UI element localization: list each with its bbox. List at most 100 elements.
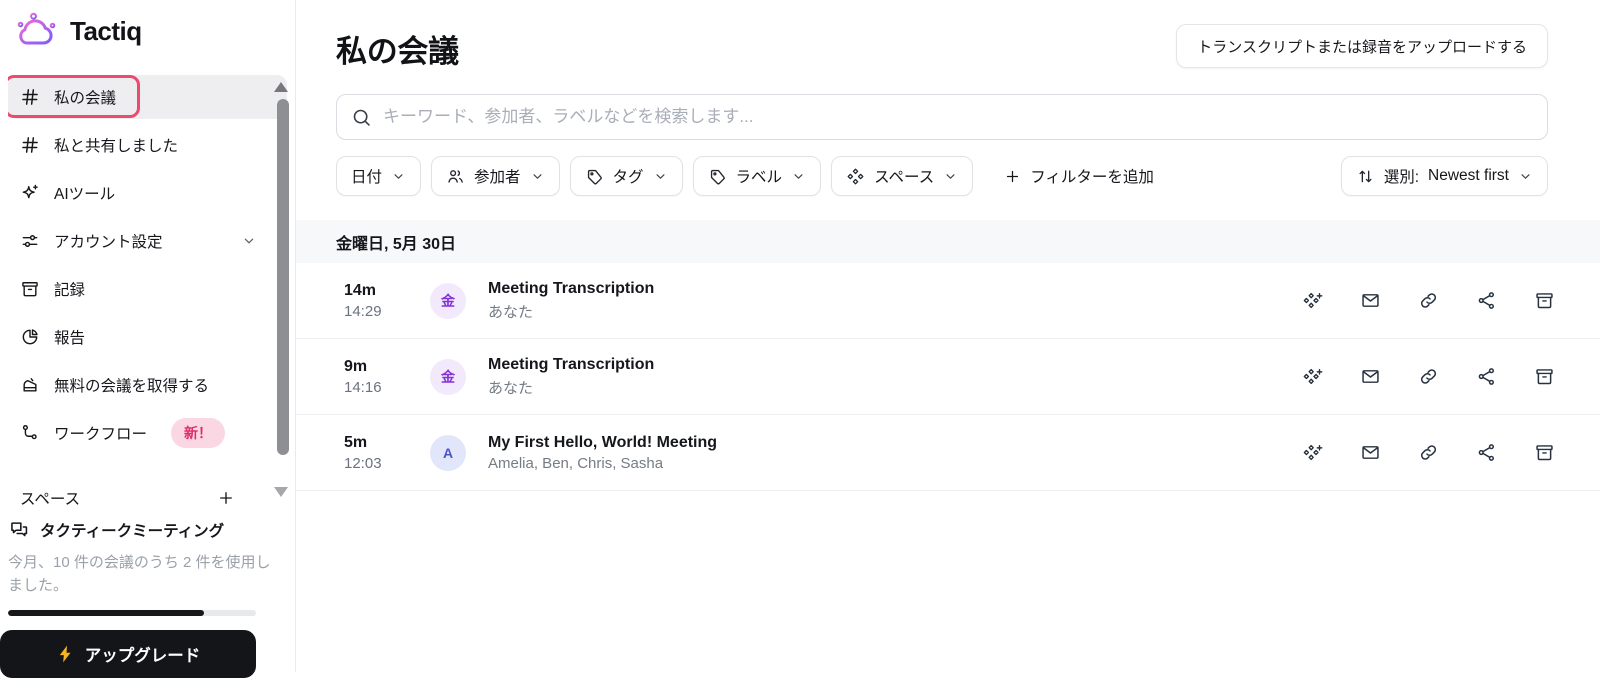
sidebar-item-records[interactable]: 記録 <box>8 267 287 311</box>
upgrade-button[interactable]: アップグレード <box>0 630 256 678</box>
scrollbar-thumb[interactable] <box>277 99 289 455</box>
row-actions <box>1302 442 1555 463</box>
meeting-title: My First Hello, World! Meeting <box>488 434 717 452</box>
search-input[interactable] <box>383 107 1533 127</box>
sparkles-icon <box>20 183 40 203</box>
link-icon <box>1418 366 1439 387</box>
tag-icon <box>708 167 727 186</box>
meeting-row[interactable]: 14m 14:29 金 Meeting Transcription あなた <box>296 263 1600 339</box>
usage-text: 今月、10 件の会議のうち 2 件を使用しました。 <box>8 552 278 597</box>
add-filter-button[interactable]: フィルターを追加 <box>1004 165 1154 187</box>
archive-box-icon <box>1534 290 1555 311</box>
email-button[interactable] <box>1360 366 1381 387</box>
add-to-space-button[interactable] <box>1302 366 1323 387</box>
sliders-icon <box>20 231 40 251</box>
scrollbar-up-arrow[interactable] <box>274 82 288 92</box>
usage-panel: タクティークミーティング 今月、10 件の会議のうち 2 件を使用しました。 ア… <box>0 506 294 672</box>
tag-icon <box>585 167 604 186</box>
copy-link-button[interactable] <box>1418 290 1439 311</box>
meeting-participants: あなた <box>488 377 654 398</box>
filter-labels-button[interactable]: ラベル <box>693 156 822 196</box>
sort-button[interactable]: 選別: Newest first <box>1341 156 1548 196</box>
archive-button[interactable] <box>1534 366 1555 387</box>
archive-button[interactable] <box>1534 442 1555 463</box>
sidebar-item-my-meetings[interactable]: 私の会議 <box>8 75 287 119</box>
tactiq-cloud-logo-icon <box>14 12 60 50</box>
sidebar-item-ai-tools[interactable]: AIツール <box>8 171 287 215</box>
sidebar-item-reports[interactable]: 報告 <box>8 315 287 359</box>
filter-spaces-button[interactable]: スペース <box>831 156 973 196</box>
add-space-plus-icon[interactable] <box>217 489 235 505</box>
upgrade-label: アップグレード <box>85 642 201 666</box>
row-actions <box>1302 366 1555 387</box>
chevron-down-icon <box>943 169 958 184</box>
sidebar-item-spaces[interactable]: スペース <box>8 476 287 505</box>
sidebar-item-account-settings[interactable]: アカウント設定 <box>8 219 287 263</box>
sidebar-item-workflows[interactable]: ワークフロー 新！ <box>8 411 287 455</box>
filter-participants-button[interactable]: 参加者 <box>431 156 560 196</box>
filter-label: 参加者 <box>474 165 521 187</box>
archive-box-icon <box>1534 366 1555 387</box>
space-plus-icon <box>1302 442 1323 463</box>
meeting-duration: 5m 12:03 <box>344 434 408 472</box>
filter-label: スペース <box>874 165 934 187</box>
main-content: 私の会議 トランスクリプトまたは録音をアップロードする 日付 参加者 タグ ラベ… <box>296 0 1600 672</box>
cake-icon <box>20 375 40 395</box>
chevron-down-icon <box>653 169 668 184</box>
share-button[interactable] <box>1476 366 1497 387</box>
share-button[interactable] <box>1476 442 1497 463</box>
add-to-space-button[interactable] <box>1302 442 1323 463</box>
sort-label: 選別: <box>1384 165 1419 187</box>
archive-box-icon <box>1534 442 1555 463</box>
envelope-icon <box>1360 442 1381 463</box>
page-title: 私の会議 <box>336 24 459 71</box>
meeting-list: 金曜日, 5月 30日 14m 14:29 金 Meeting Transcri… <box>296 220 1600 491</box>
sidebar-nav: 私の会議 私と共有しました AIツール アカウント設定 記録 報告 無料の会議を… <box>8 75 287 505</box>
email-button[interactable] <box>1360 290 1381 311</box>
date-header: 金曜日, 5月 30日 <box>296 220 1600 263</box>
filter-tags-button[interactable]: タグ <box>570 156 683 196</box>
hash-icon <box>20 87 40 107</box>
meeting-row[interactable]: 5m 12:03 A My First Hello, World! Meetin… <box>296 415 1600 491</box>
add-to-space-button[interactable] <box>1302 290 1323 311</box>
chevron-down-icon <box>1518 169 1533 184</box>
space-plus-icon <box>1302 290 1323 311</box>
envelope-icon <box>1360 290 1381 311</box>
usage-progress-fill <box>8 610 204 616</box>
sidebar-item-label: ワークフロー <box>54 422 147 444</box>
chat-bubbles-icon <box>8 519 30 541</box>
filter-label: タグ <box>613 165 644 187</box>
chevron-down-icon <box>391 169 406 184</box>
plus-icon <box>1004 168 1021 185</box>
sidebar-item-label: 無料の会議を取得する <box>54 374 209 396</box>
sort-arrows-icon <box>1356 167 1375 186</box>
share-button[interactable] <box>1476 290 1497 311</box>
archive-button[interactable] <box>1534 290 1555 311</box>
meeting-time: 14:29 <box>344 303 408 320</box>
add-filter-label: フィルターを追加 <box>1030 165 1154 187</box>
scrollbar-down-arrow[interactable] <box>274 487 288 497</box>
chevron-down-icon <box>791 169 806 184</box>
sidebar: Tactiq 私の会議 私と共有しました AIツール アカウント設定 記録 報告 <box>0 0 296 672</box>
copy-link-button[interactable] <box>1418 442 1439 463</box>
sidebar-item-get-free-meetings[interactable]: 無料の会議を取得する <box>8 363 287 407</box>
sidebar-item-shared-with-me[interactable]: 私と共有しました <box>8 123 287 167</box>
people-icon <box>446 167 465 186</box>
share-icon <box>1476 290 1497 311</box>
email-button[interactable] <box>1360 442 1381 463</box>
meeting-duration: 14m 14:29 <box>344 282 408 320</box>
chevron-down-icon <box>241 233 257 249</box>
sidebar-item-label: 記録 <box>54 278 85 300</box>
copy-link-button[interactable] <box>1418 366 1439 387</box>
usage-progress-bar <box>8 610 256 616</box>
link-icon <box>1418 442 1439 463</box>
meeting-participants: あなた <box>488 301 654 322</box>
filter-date-button[interactable]: 日付 <box>336 156 421 196</box>
filter-label: 日付 <box>351 165 382 187</box>
sidebar-item-label: スペース <box>20 487 80 505</box>
app-logo[interactable]: Tactiq <box>0 0 295 62</box>
sidebar-item-label: 私と共有しました <box>54 134 178 156</box>
meeting-row[interactable]: 9m 14:16 金 Meeting Transcription あなた <box>296 339 1600 415</box>
meeting-duration: 9m 14:16 <box>344 358 408 396</box>
upload-transcript-button[interactable]: トランスクリプトまたは録音をアップロードする <box>1176 24 1548 68</box>
